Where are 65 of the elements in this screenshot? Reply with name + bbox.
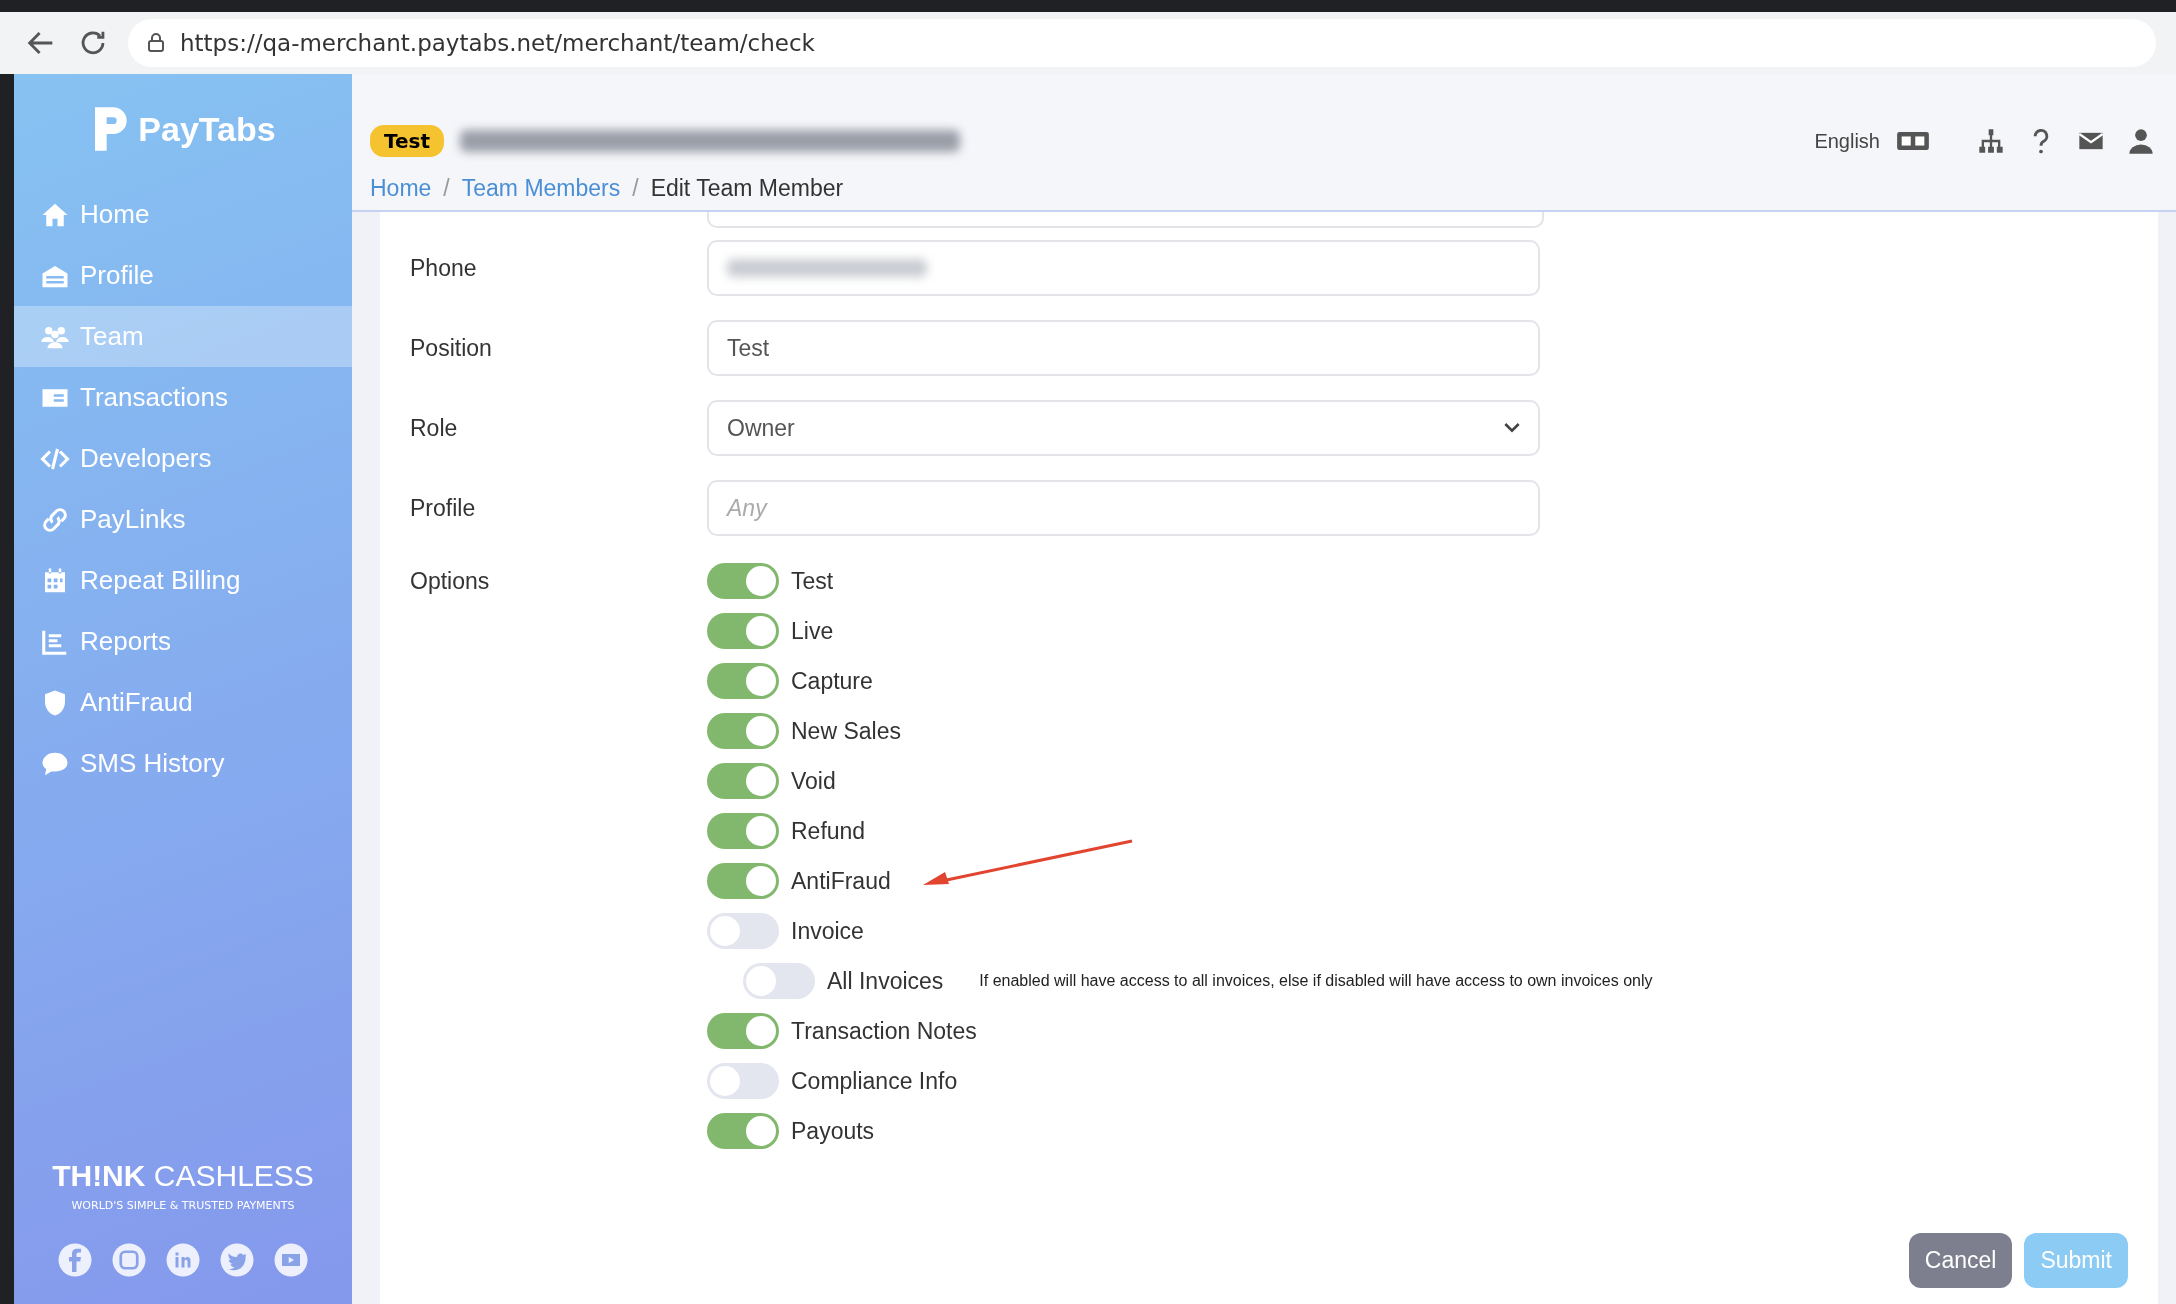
breadcrumb-link[interactable]: Home <box>370 175 432 202</box>
linkedin-icon[interactable] <box>165 1242 201 1278</box>
toggle-switch[interactable] <box>707 1113 779 1149</box>
field-label: Position <box>410 334 493 362</box>
slogan-text: TH!NK CASHLESS <box>51 1159 315 1193</box>
sidebar-item[interactable]: SMS History <box>14 733 352 794</box>
breadcrumb-link[interactable]: Team Members <box>461 175 621 202</box>
facebook-icon[interactable] <box>57 1242 93 1278</box>
environment-badge: Test <box>370 125 444 157</box>
sidebar-item[interactable]: Home <box>14 184 352 245</box>
sidebar-item[interactable]: Reports <box>14 611 352 672</box>
option-label: Test <box>791 567 834 595</box>
sidebar-item[interactable]: Developers <box>14 428 352 489</box>
option-label: Refund <box>791 817 866 845</box>
instagram-icon[interactable] <box>111 1242 147 1278</box>
twitter-icon[interactable] <box>219 1242 255 1278</box>
input-field[interactable] <box>707 212 1544 228</box>
sidebar-item[interactable]: Team <box>14 306 352 367</box>
field-label: Options <box>410 568 491 595</box>
toggle-switch[interactable] <box>707 1013 779 1049</box>
submit-button[interactable]: Submit <box>2024 1233 2128 1288</box>
toggle-switch[interactable] <box>707 763 779 799</box>
option-label: Void <box>791 767 836 795</box>
option-label: Compliance Info <box>791 1067 958 1095</box>
option-label: Invoice <box>791 917 864 945</box>
breadcrumb-separator: / <box>443 175 450 202</box>
field-label: Profile <box>410 494 477 522</box>
language-selector[interactable]: English <box>1814 129 1880 153</box>
sidebar-item[interactable]: PayLinks <box>14 489 352 550</box>
logo-text: PayTabs <box>138 109 276 149</box>
sidebar-item[interactable]: Repeat Billing <box>14 550 352 611</box>
option-label: All Invoices <box>827 967 944 995</box>
toggle-switch[interactable] <box>707 913 779 949</box>
toggle-switch[interactable] <box>707 613 779 649</box>
toggle-switch[interactable] <box>743 963 815 999</box>
hint-text: If enabled will have access to all invoices, else if disabled will have access to own invoices only <box>979 972 1653 990</box>
address-bar[interactable]: https://qa-merchant.paytabs.net/merchant/team/check <box>128 19 2156 67</box>
toggle-switch[interactable] <box>707 713 779 749</box>
toggle-switch[interactable] <box>707 813 779 849</box>
option-label: Transaction Notes <box>791 1017 977 1045</box>
toggle-switch[interactable] <box>707 663 779 699</box>
input-field[interactable]: Test <box>707 320 1540 376</box>
cancel-button[interactable]: Cancel <box>1908 1233 2013 1288</box>
option-label: Capture <box>791 667 873 695</box>
tagline-text: WORLD'S SIMPLE & TRUSTED PAYMENTS <box>70 1199 296 1212</box>
youtube-icon[interactable] <box>273 1242 309 1278</box>
sidebar-item[interactable]: AntiFraud <box>14 672 352 733</box>
sidebar-item[interactable]: Transactions <box>14 367 352 428</box>
breadcrumb-separator: / <box>632 175 639 202</box>
toggle-switch[interactable] <box>707 863 779 899</box>
toggle-switch[interactable] <box>707 563 779 599</box>
option-label: Live <box>791 617 834 645</box>
field-label: Phone <box>410 254 478 282</box>
field-label: Role <box>410 414 459 442</box>
breadcrumb-current: Edit Team Member <box>650 175 844 202</box>
input-field[interactable]: Any <box>707 480 1540 536</box>
sidebar-item[interactable]: Profile <box>14 245 352 306</box>
url-text: https://qa-merchant.paytabs.net/merchant/team/check <box>180 30 815 56</box>
option-label: Payouts <box>791 1117 875 1145</box>
toggle-switch[interactable] <box>707 1063 779 1099</box>
option-label: New Sales <box>791 717 901 745</box>
role-select[interactable]: Owner <box>707 400 1540 456</box>
chevron-icon <box>1504 422 1520 434</box>
input-field[interactable] <box>707 240 1540 296</box>
option-label: AntiFraud <box>791 867 891 895</box>
